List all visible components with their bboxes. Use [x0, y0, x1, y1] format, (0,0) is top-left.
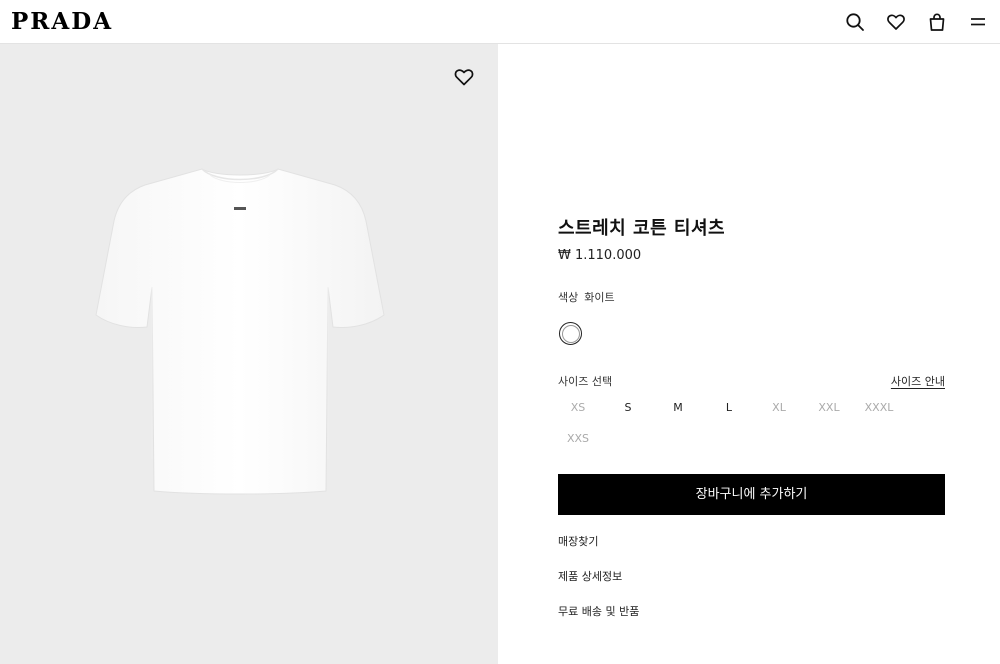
color-label: 색상: [558, 291, 579, 304]
size-option-xxs[interactable]: XXS: [558, 431, 598, 447]
color-swatch-white[interactable]: [559, 322, 582, 345]
size-option-m[interactable]: M: [658, 400, 698, 416]
size-select-label: 사이즈 선택: [558, 375, 613, 388]
size-option-xs[interactable]: XS: [558, 400, 598, 416]
product-price: ₩ 1.110.000: [558, 248, 642, 263]
wishlist-heart-icon[interactable]: [453, 66, 475, 88]
product-image-panel[interactable]: [0, 44, 498, 664]
menu-icon[interactable]: [968, 12, 988, 32]
size-option-s[interactable]: S: [608, 400, 648, 416]
size-option-xxl[interactable]: XXL: [809, 400, 849, 416]
product-title: 스트레치 코튼 티셔츠: [558, 218, 726, 239]
add-to-cart-button[interactable]: 장바구니에 추가하기: [558, 474, 945, 515]
product-details-link[interactable]: 제품 상세정보: [558, 568, 622, 584]
bag-icon[interactable]: [927, 12, 947, 32]
prada-logo[interactable]: PRADA: [11, 9, 113, 35]
color-value: 화이트: [584, 291, 615, 304]
color-info: 색상 화이트: [558, 289, 615, 305]
store-locator-link[interactable]: 매장찾기: [558, 533, 598, 549]
size-option-l[interactable]: L: [709, 400, 749, 416]
heart-icon[interactable]: [886, 12, 906, 32]
tshirt-product-image: [95, 168, 385, 495]
search-icon[interactable]: [845, 12, 865, 32]
free-shipping-returns-link[interactable]: 무료 배송 및 반품: [558, 603, 639, 619]
size-option-xl[interactable]: XL: [759, 400, 799, 416]
site-header: PRADA: [0, 0, 1000, 44]
size-option-xxxl[interactable]: XXXL: [859, 400, 899, 416]
size-guide-link[interactable]: 사이즈 안내: [891, 373, 945, 389]
